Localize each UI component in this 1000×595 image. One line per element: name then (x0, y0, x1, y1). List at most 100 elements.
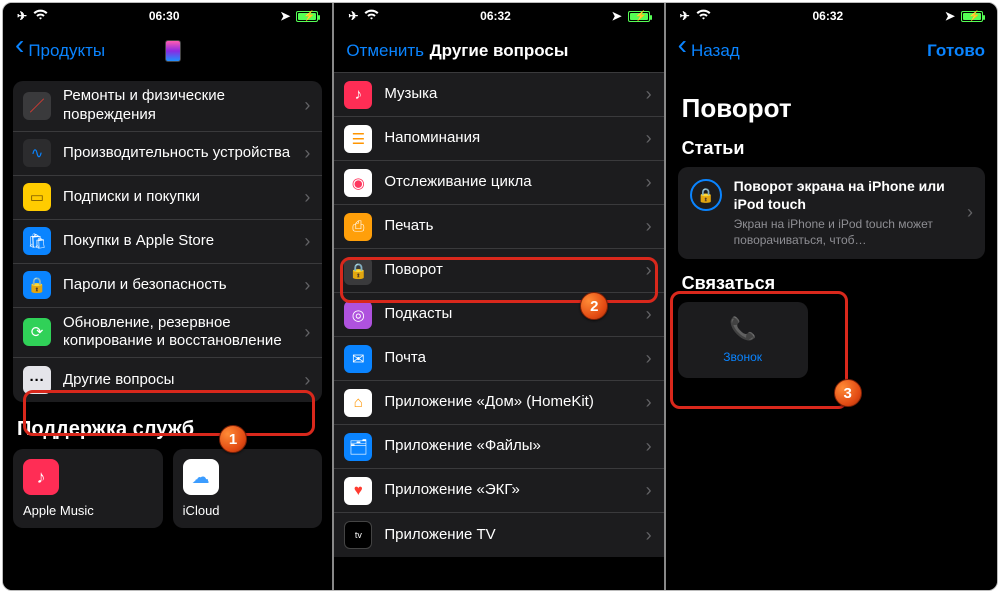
chevron-right-icon: › (646, 260, 652, 281)
lock-icon: 🔒 (23, 271, 51, 299)
wifi-icon (33, 9, 48, 23)
battery-icon: ⚡ (296, 11, 318, 22)
chevron-right-icon: › (304, 95, 310, 116)
screen-rotation: ✈ 06:32 ➤ ⚡ Назад Готово Поворот Статьи (666, 3, 997, 590)
contact-call-card[interactable]: 📞 Звонок (678, 302, 808, 378)
chevron-left-icon (678, 41, 687, 61)
row-mail[interactable]: ✉ Почта › (334, 337, 663, 381)
mail-icon: ✉ (344, 345, 372, 373)
service-apple-music[interactable]: ♪ Apple Music (13, 449, 163, 528)
row-podcasts[interactable]: ◎ Подкасты › (334, 293, 663, 337)
page-title: Поворот (682, 93, 981, 124)
music-icon: ♪ (23, 459, 59, 495)
chevron-right-icon: › (304, 231, 310, 252)
tv-icon: tv (344, 521, 372, 549)
badge-3: 3 (834, 379, 862, 407)
articles-header: Статьи (682, 138, 981, 159)
row-rotation[interactable]: 🔒 Поворот › (334, 249, 663, 293)
more-icon: ··· (23, 366, 51, 394)
battery-icon: ⚡ (961, 11, 983, 22)
chevron-right-icon: › (304, 370, 310, 391)
row-subscriptions[interactable]: ▭ Подписки и покупки › (13, 176, 322, 220)
cloud-icon: ☁ (183, 459, 219, 495)
rotation-lock-icon: 🔒 (690, 179, 722, 211)
row-other-questions[interactable]: ··· Другие вопросы › (13, 358, 322, 402)
row-reminders[interactable]: ☰ Напоминания › (334, 117, 663, 161)
row-tv[interactable]: tv Приложение TV › (334, 513, 663, 557)
row-repairs[interactable]: ／ Ремонты и физические повреждения › (13, 81, 322, 132)
chevron-left-icon (15, 41, 24, 61)
status-bar: ✈ 06:32 ➤ ⚡ (666, 3, 997, 29)
home-icon: ⌂ (344, 389, 372, 417)
nav-bar: Продукты (3, 29, 332, 73)
status-time: 06:32 (812, 9, 843, 23)
files-icon: 🗂 (344, 433, 372, 461)
row-files[interactable]: 🗂 Приложение «Файлы» › (334, 425, 663, 469)
chevron-right-icon: › (646, 84, 652, 105)
done-button[interactable]: Готово (905, 41, 985, 61)
nav-title: Другие вопросы (426, 41, 571, 61)
battery-icon: ⚡ (628, 11, 650, 22)
chevron-right-icon: › (646, 216, 652, 237)
chevron-right-icon: › (967, 202, 973, 223)
activity-icon: ∿ (23, 139, 51, 167)
row-homekit[interactable]: ⌂ Приложение «Дом» (HomeKit) › (334, 381, 663, 425)
article-subtitle: Экран на iPhone и iPod touch может повор… (734, 217, 955, 248)
service-icloud[interactable]: ☁ iCloud (173, 449, 323, 528)
topics-list: ／ Ремонты и физические повреждения › ∿ П… (13, 81, 322, 402)
chevron-right-icon: › (304, 187, 310, 208)
chevron-right-icon: › (304, 275, 310, 296)
airplane-icon: ✈ (348, 9, 358, 23)
article-row[interactable]: 🔒 Поворот экрана на iPhone или iPod touc… (678, 167, 985, 259)
screwdriver-icon: ／ (23, 92, 51, 120)
contact-label: Звонок (723, 350, 762, 364)
status-time: 06:30 (149, 9, 180, 23)
wallet-icon: ▭ (23, 183, 51, 211)
other-questions-list: ♪ Музыка › ☰ Напоминания › ◉ Отслеживани… (334, 73, 663, 557)
chevron-right-icon: › (646, 480, 652, 501)
row-ecg[interactable]: ♥ Приложение «ЭКГ» › (334, 469, 663, 513)
row-music[interactable]: ♪ Музыка › (334, 73, 663, 117)
cycle-icon: ◉ (344, 169, 372, 197)
contact-header: Связаться (682, 273, 981, 294)
cancel-button[interactable]: Отменить (346, 41, 426, 61)
wifi-icon (364, 9, 379, 23)
screen-other-questions: ✈ 06:32 ➤ ⚡ Отменить Другие вопросы ♪ Му… (334, 3, 665, 590)
podcasts-icon: ◎ (344, 301, 372, 329)
row-security[interactable]: 🔒 Пароли и безопасность › (13, 264, 322, 308)
backup-icon: ⟳ (23, 318, 51, 346)
location-icon: ➤ (612, 9, 622, 23)
chevron-right-icon: › (646, 348, 652, 369)
music-icon: ♪ (344, 81, 372, 109)
rotation-lock-icon: 🔒 (344, 257, 372, 285)
back-button[interactable]: Продукты (15, 41, 105, 61)
article-title: Поворот экрана на iPhone или iPod touch (734, 177, 955, 213)
location-icon: ➤ (280, 9, 290, 23)
chevron-right-icon: › (304, 143, 310, 164)
row-applestore[interactable]: 🛍 Покупки в Apple Store › (13, 220, 322, 264)
airplane-icon: ✈ (17, 9, 27, 23)
back-button[interactable]: Назад (678, 41, 758, 61)
status-bar: ✈ 06:30 ➤ ⚡ (3, 3, 332, 29)
location-icon: ➤ (945, 9, 955, 23)
chevron-right-icon: › (304, 322, 310, 343)
airplane-icon: ✈ (680, 9, 690, 23)
reminders-icon: ☰ (344, 125, 372, 153)
chevron-right-icon: › (646, 436, 652, 457)
chevron-right-icon: › (646, 525, 652, 546)
row-backup[interactable]: ⟳ Обновление, резервное копирование и во… (13, 308, 322, 359)
device-thumbnail-icon (165, 40, 181, 62)
nav-bar: Отменить Другие вопросы (334, 29, 663, 73)
services-row: ♪ Apple Music ☁ iCloud (13, 449, 322, 528)
row-performance[interactable]: ∿ Производительность устройства › (13, 132, 322, 176)
chevron-right-icon: › (646, 128, 652, 149)
bag-icon: 🛍 (23, 227, 51, 255)
status-time: 06:32 (480, 9, 511, 23)
chevron-right-icon: › (646, 392, 652, 413)
status-bar: ✈ 06:32 ➤ ⚡ (334, 3, 663, 29)
row-print[interactable]: ⎙ Печать › (334, 205, 663, 249)
row-cycle-tracking[interactable]: ◉ Отслеживание цикла › (334, 161, 663, 205)
back-label: Продукты (28, 41, 105, 61)
printer-icon: ⎙ (344, 213, 372, 241)
nav-bar: Назад Готово (666, 29, 997, 73)
